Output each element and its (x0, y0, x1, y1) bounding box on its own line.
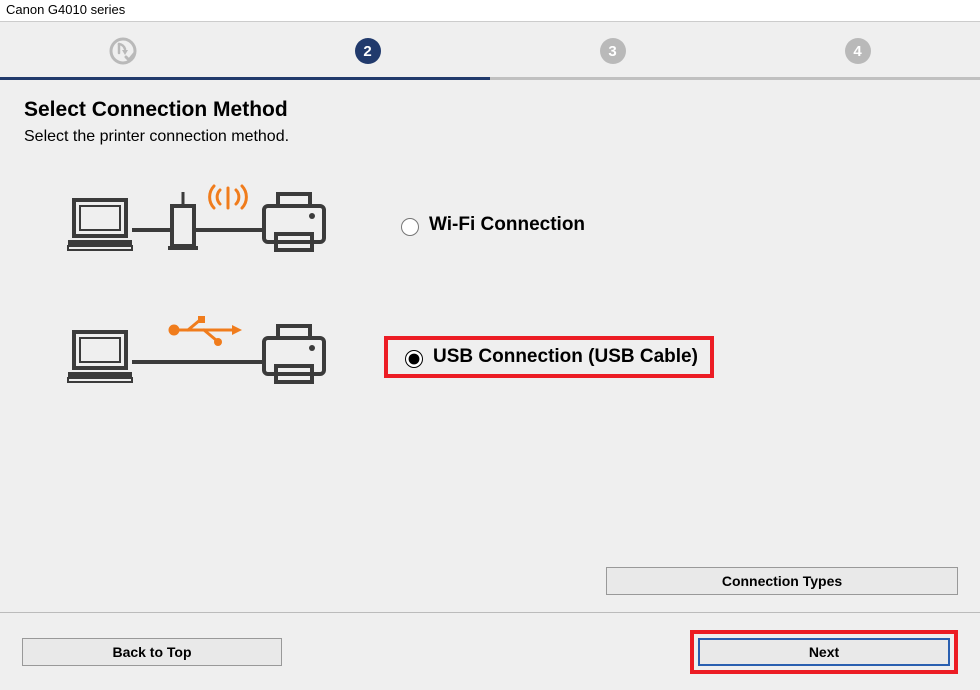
wifi-waves-icon (210, 186, 247, 208)
option-wifi-row: Wi-Fi Connection (24, 180, 956, 270)
step-4: 4 (735, 22, 980, 80)
step-indicator: 2 3 4 (0, 22, 980, 80)
page-title: Select Connection Method (24, 98, 956, 122)
step-number: 2 (355, 38, 381, 64)
connection-types-wrap: Connection Types (606, 567, 958, 595)
back-to-top-button[interactable]: Back to Top (22, 638, 282, 666)
next-highlight: Next (690, 630, 958, 674)
laptop-icon (68, 200, 132, 250)
router-icon (168, 192, 198, 250)
window-title: Canon G4010 series (0, 0, 980, 22)
content-area: Select Connection Method Select the prin… (0, 80, 980, 402)
wifi-radio-label: Wi-Fi Connection (429, 214, 585, 236)
wizard-panel: 2 3 4 Select Connection Method Select th… (0, 22, 980, 690)
connection-types-button[interactable]: Connection Types (606, 567, 958, 595)
step-3: 3 (490, 22, 735, 80)
next-button[interactable]: Next (698, 638, 950, 666)
printer-icon (264, 326, 324, 382)
wifi-illustration (24, 180, 384, 270)
step-done-icon (108, 36, 138, 66)
step-number: 3 (600, 38, 626, 64)
usb-illustration (24, 312, 384, 402)
option-usb-row: USB Connection (USB Cable) (24, 312, 956, 402)
step-1 (0, 22, 245, 80)
step-2: 2 (245, 22, 490, 80)
usb-radio-label: USB Connection (USB Cable) (433, 346, 698, 368)
laptop-icon (68, 332, 132, 382)
wifi-radio[interactable]: Wi-Fi Connection (384, 208, 597, 242)
footer: Back to Top Next (0, 612, 980, 690)
usb-radio[interactable]: USB Connection (USB Cable) (384, 336, 714, 378)
wifi-radio-input[interactable] (401, 218, 419, 236)
page-subtitle: Select the printer connection method. (24, 128, 956, 146)
printer-icon (264, 194, 324, 250)
step-number: 4 (845, 38, 871, 64)
usb-symbol-icon (170, 316, 242, 346)
usb-radio-input[interactable] (405, 350, 423, 368)
